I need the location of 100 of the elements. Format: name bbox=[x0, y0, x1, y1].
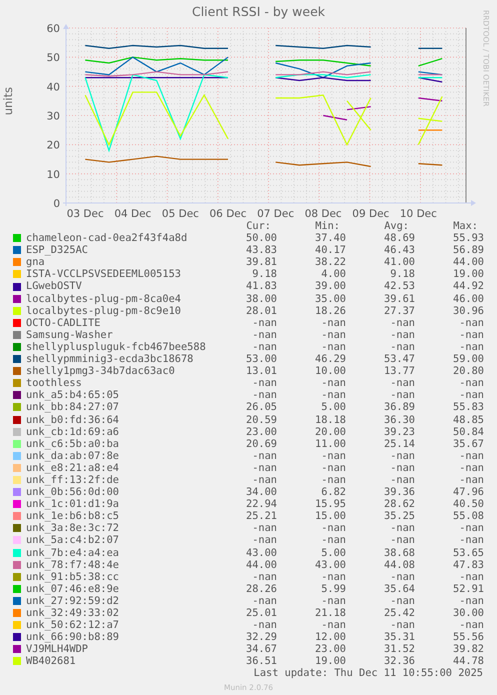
legend-value: 27.37 bbox=[384, 304, 415, 317]
legend-value: 26.05 bbox=[246, 401, 277, 414]
legend-label: unk_32:49:33:02 bbox=[26, 607, 120, 620]
legend-value: -nan bbox=[321, 389, 346, 402]
legend-value: -nan bbox=[321, 474, 346, 486]
legend-label: unk_50:62:12:a7 bbox=[26, 619, 120, 632]
legend-value: -nan bbox=[390, 594, 415, 607]
legend-value: 48.69 bbox=[384, 232, 415, 244]
legend-value: 55.83 bbox=[453, 401, 484, 414]
legend-value: -nan bbox=[459, 474, 484, 486]
legend-value: 40.17 bbox=[315, 244, 346, 256]
legend-value: 19.00 bbox=[315, 655, 346, 668]
legend-label: unk_ff:13:2f:de bbox=[26, 474, 120, 486]
column-header: Max: bbox=[453, 220, 479, 232]
legend-value: 35.31 bbox=[384, 631, 415, 644]
legend-value: 36.89 bbox=[384, 401, 415, 414]
legend-value: 25.01 bbox=[246, 607, 277, 620]
tick-label: 04 Dec bbox=[114, 208, 152, 220]
legend-value: -nan bbox=[321, 328, 346, 341]
legend-value: -nan bbox=[459, 570, 484, 583]
legend-value: 13.77 bbox=[384, 365, 415, 378]
legend-label: gna bbox=[26, 256, 46, 268]
legend-value: 59.00 bbox=[453, 353, 484, 366]
legend-value: -nan bbox=[321, 450, 346, 462]
legend-value: 32.36 bbox=[384, 655, 415, 668]
legend-value: 32.29 bbox=[246, 631, 277, 644]
legend-value: 47.83 bbox=[453, 558, 484, 571]
legend-value: 38.00 bbox=[246, 292, 277, 305]
legend-value: -nan bbox=[252, 377, 277, 390]
legend-value: -nan bbox=[390, 522, 415, 534]
legend-value: -nan bbox=[390, 377, 415, 390]
legend-value: 46.00 bbox=[453, 292, 484, 305]
legend-value: 50.00 bbox=[246, 232, 277, 244]
legend-value: 55.93 bbox=[453, 232, 484, 244]
legend-value: -nan bbox=[459, 316, 484, 329]
legend-value: 44.00 bbox=[453, 256, 484, 268]
legend-value: -nan bbox=[390, 619, 415, 632]
legend-label: localbytes-plug-pm-8c9e10 bbox=[26, 304, 182, 317]
legend-value: 12.00 bbox=[315, 631, 346, 644]
legend-value: 43.00 bbox=[315, 558, 346, 571]
legend-value: 20.80 bbox=[453, 365, 484, 378]
legend-label: unk_0b:56:0d:00 bbox=[26, 486, 120, 498]
legend-label: unk_da:ab:07:8e bbox=[26, 450, 120, 462]
legend-value: 25.21 bbox=[246, 510, 277, 522]
legend-value: 53.65 bbox=[453, 546, 484, 559]
legend-value: 21.18 bbox=[315, 607, 346, 620]
legend-value: -nan bbox=[252, 570, 277, 583]
legend-value: 25.42 bbox=[384, 607, 415, 620]
legend-value: 6.82 bbox=[321, 486, 346, 498]
legend-value: 25.14 bbox=[384, 438, 415, 450]
legend-value: 38.68 bbox=[384, 546, 415, 559]
legend-value: -nan bbox=[321, 534, 346, 547]
legend-label: VJ9MLH4WDP bbox=[26, 643, 89, 656]
legend-label: localbytes-plug-pm-8ca0e4 bbox=[26, 292, 182, 305]
legend-label: WB402681 bbox=[26, 655, 77, 668]
legend-value: -nan bbox=[252, 328, 277, 341]
legend-value: -nan bbox=[390, 340, 415, 354]
legend-value: 15.95 bbox=[315, 498, 346, 510]
legend-value: 22.94 bbox=[246, 498, 277, 510]
legend-value: 50.84 bbox=[453, 426, 484, 438]
legend-value: 20.00 bbox=[315, 426, 346, 438]
legend-value: 44.78 bbox=[453, 655, 484, 668]
legend-value: -nan bbox=[390, 570, 415, 583]
column-header: Min: bbox=[315, 220, 341, 232]
legend-value: -nan bbox=[459, 534, 484, 547]
legend-value: -nan bbox=[459, 340, 484, 354]
legend-value: -nan bbox=[321, 462, 346, 474]
legend-value: 19.00 bbox=[453, 268, 484, 280]
legend-value: 36.51 bbox=[246, 655, 277, 668]
legend-value: 46.29 bbox=[315, 353, 346, 366]
legend-value: -nan bbox=[321, 316, 346, 329]
legend-label: unk_b0:fd:36:64 bbox=[26, 414, 120, 426]
legend-value: 42.53 bbox=[384, 280, 415, 293]
legend-value: 15.00 bbox=[315, 510, 346, 522]
legend-value: 5.00 bbox=[321, 546, 346, 559]
legend-value: -nan bbox=[321, 377, 346, 390]
legend-value: 18.26 bbox=[315, 304, 346, 317]
tick-label: 30 bbox=[46, 110, 60, 122]
legend-value: 23.00 bbox=[315, 643, 346, 656]
tick-label: 50 bbox=[46, 52, 60, 64]
legend-value: -nan bbox=[321, 340, 346, 354]
legend-label: unk_27:92:59:d2 bbox=[26, 594, 120, 607]
legend-value: 41.83 bbox=[246, 280, 277, 293]
legend-value: 36.30 bbox=[384, 414, 415, 426]
legend-label: LGwebOSTV bbox=[26, 280, 83, 293]
y-axis-label: units bbox=[0, 86, 16, 116]
legend-label: unk_e8:21:a8:e4 bbox=[26, 462, 120, 474]
legend-value: 18.18 bbox=[315, 414, 346, 426]
legend-value: 30.00 bbox=[453, 607, 484, 620]
legend-value: 5.99 bbox=[321, 582, 346, 595]
legend-value: -nan bbox=[252, 522, 277, 534]
legend-value: 11.00 bbox=[315, 438, 346, 450]
legend-label: unk_c6:5b:a0:ba bbox=[26, 438, 120, 450]
legend-value: 53.47 bbox=[384, 353, 415, 366]
legend-label: unk_a5:b4:65:05 bbox=[26, 389, 120, 402]
legend-value: -nan bbox=[459, 389, 484, 402]
legend-value: 39.23 bbox=[384, 426, 415, 438]
legend-value: -nan bbox=[252, 594, 277, 607]
tick-label: 05 Dec bbox=[162, 208, 199, 220]
legend-value: -nan bbox=[459, 594, 484, 607]
